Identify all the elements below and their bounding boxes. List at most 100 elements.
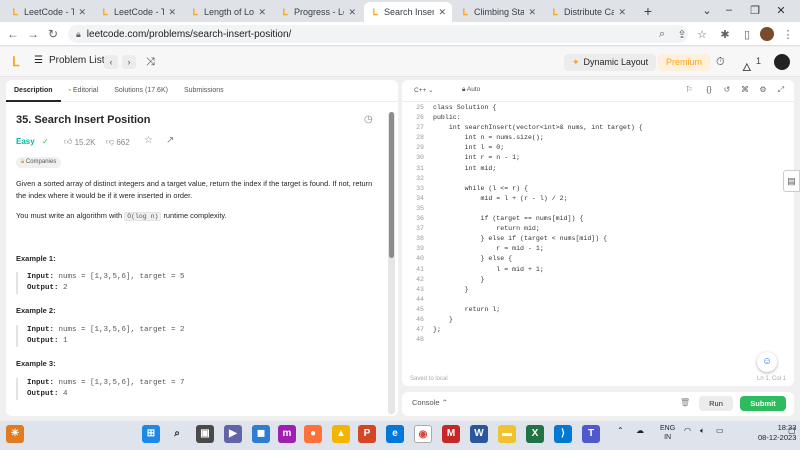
search-icon[interactable]: ⌕ — [655, 28, 669, 41]
chrome-icon[interactable]: ◉ — [414, 425, 432, 443]
files-icon[interactable]: ▲ — [332, 425, 350, 443]
forward-icon[interactable]: → — [26, 27, 40, 41]
restore-icon[interactable]: ❐ — [748, 4, 762, 17]
settings-gear-icon[interactable]: ⚙ — [758, 85, 768, 94]
close-tab-icon[interactable]: ✕ — [438, 7, 446, 18]
minimize-icon[interactable]: – — [722, 4, 736, 16]
bookmark-star-icon[interactable]: ☆ — [695, 28, 709, 41]
dynamic-layout-button[interactable]: ✦ Dynamic Layout — [564, 54, 657, 71]
console-toggle[interactable]: Console ⌃ — [412, 398, 448, 407]
user-avatar[interactable] — [774, 54, 790, 70]
companies-label: Companies — [25, 159, 57, 165]
browser-tab[interactable]: ᒪ Progress - Lee ✕ — [274, 2, 362, 22]
close-tab-icon[interactable]: ✕ — [348, 7, 356, 18]
tab-submissions[interactable]: Submissions — [176, 80, 232, 102]
problem-list-button[interactable]: ☰ Problem List — [34, 55, 105, 66]
back-icon[interactable]: ← — [6, 27, 20, 41]
file-explorer-icon[interactable]: ▬ — [498, 425, 516, 443]
browser-tab[interactable]: ᒪ LeetCode - The✕ — [4, 2, 92, 22]
battery-icon[interactable]: ▭ — [716, 426, 724, 435]
teams-icon[interactable]: T — [582, 425, 600, 443]
edge-icon[interactable]: e — [386, 425, 404, 443]
favorite-star-icon[interactable]: ☆ — [144, 135, 153, 146]
example-3-box: Input: nums = [1,3,5,6], target = 7 Outp… — [16, 378, 376, 400]
profile-avatar[interactable] — [760, 27, 774, 41]
menu-kebab-icon[interactable]: ⋮ — [781, 28, 795, 41]
likes-button[interactable]: 👍︎ 15.2K — [64, 137, 96, 147]
expand-icon[interactable]: ⤢ — [776, 85, 786, 95]
leetcode-icon: ᒪ — [552, 6, 558, 17]
braces-icon[interactable]: {} — [704, 85, 714, 94]
weather-widget-icon[interactable]: ☀ — [6, 425, 24, 443]
tab-description[interactable]: Description — [6, 80, 61, 102]
prev-problem-button[interactable]: ‹ — [104, 55, 118, 69]
run-button[interactable]: Run — [699, 396, 733, 411]
notification-icon[interactable]: ▢ — [788, 426, 796, 435]
vscode-icon[interactable]: ⟩ — [554, 425, 572, 443]
code-area[interactable]: 25 class Solution {26 public: 27 int search… — [406, 103, 786, 345]
excel-icon[interactable]: X — [526, 425, 544, 443]
word-icon[interactable]: W — [470, 425, 488, 443]
tray-chevron-icon[interactable]: ⌃ — [617, 426, 624, 435]
mcafee-icon[interactable]: M — [442, 425, 460, 443]
shuffle-icon[interactable]: ⤨ — [146, 56, 155, 69]
browser-tab[interactable]: ᒪ Length of Lon ✕ — [184, 2, 272, 22]
dynamic-layout-label: Dynamic Layout — [583, 57, 649, 67]
reload-icon[interactable]: ↻ — [46, 27, 60, 41]
language-select[interactable]: C++ ⌄ — [414, 86, 434, 94]
volume-icon[interactable]: 🔈︎ — [700, 426, 705, 436]
code-line: 31 int mid; — [406, 164, 786, 174]
submit-button[interactable]: Submit — [740, 396, 786, 411]
companies-tag[interactable]: 🔒︎ Companies — [16, 157, 62, 168]
clock-icon[interactable]: ◷ — [364, 114, 373, 125]
premium-button[interactable]: Premium — [658, 54, 711, 71]
browser-tab-title: LeetCode - The — [114, 7, 165, 17]
close-tab-icon[interactable]: ✕ — [528, 7, 536, 18]
close-tab-icon[interactable]: ✕ — [258, 7, 266, 18]
share-link-icon[interactable]: ↗ — [166, 135, 174, 146]
auto-mode-toggle[interactable]: 🔒︎ Auto — [462, 86, 480, 94]
code-text: } else { — [433, 255, 513, 263]
firefox-icon[interactable]: ● — [304, 425, 322, 443]
store-icon[interactable]: ◼ — [252, 425, 270, 443]
browser-tab[interactable]: ᒪ LeetCode - The✕ — [94, 2, 182, 22]
task-view-icon[interactable]: ▣ — [196, 425, 214, 443]
new-tab-button[interactable]: + — [640, 3, 656, 19]
side-note-icon[interactable]: ▤ — [783, 170, 800, 192]
powerpoint-icon[interactable]: P — [358, 425, 376, 443]
tab-editorial[interactable]: ▪ Editorial — [61, 80, 107, 102]
share-icon[interactable]: ⇪ — [675, 28, 689, 41]
timer-icon[interactable]: ⏱ — [716, 56, 725, 69]
close-tab-icon[interactable]: ✕ — [168, 7, 176, 18]
side-panel-icon[interactable]: ▯ — [740, 28, 754, 41]
code-line: 43 } — [406, 285, 786, 295]
description-scrollbar[interactable] — [388, 112, 395, 414]
meet-icon[interactable]: ▶ — [224, 425, 242, 443]
command-icon[interactable]: ⌘ — [740, 85, 750, 94]
dislikes-button[interactable]: 👎︎ 662 — [106, 137, 130, 147]
app-icon[interactable]: m — [278, 425, 296, 443]
bookmark-icon[interactable]: ⚐ — [684, 85, 694, 94]
close-tab-icon[interactable]: ✕ — [618, 7, 626, 18]
chat-assistant-icon[interactable]: ☺ — [757, 352, 777, 372]
cloud-icon[interactable]: ☁ — [636, 426, 644, 435]
tab-solutions[interactable]: Solutions (17.6K) — [106, 80, 176, 102]
windows-start-icon[interactable]: ⊞ — [142, 425, 160, 443]
close-tab-icon[interactable]: ✕ — [78, 7, 86, 18]
trash-icon[interactable]: 🗑︎ — [680, 398, 690, 407]
wifi-icon[interactable]: ◠ — [684, 426, 691, 435]
browser-tab[interactable]: ᒪ Climbing Stair ✕ — [454, 2, 542, 22]
browser-tab[interactable]: ᒪ Search Insert ✕ — [364, 2, 452, 22]
url-bar[interactable]: 🔒︎ leetcode.com/problems/search-insert-p… — [68, 25, 688, 43]
scrollbar-thumb[interactable] — [389, 112, 394, 258]
extensions-icon[interactable]: ✱ — [718, 28, 732, 41]
chevron-down-icon[interactable]: ⌄ — [700, 4, 714, 17]
leetcode-logo-icon[interactable]: ᒪ — [12, 55, 24, 69]
language-indicator[interactable]: ENG IN — [660, 424, 675, 442]
browser-tab[interactable]: ᒪ Distribute Can✕ — [544, 2, 632, 22]
search-icon[interactable]: ⌕ — [168, 425, 186, 443]
reset-icon[interactable]: ↺ — [722, 85, 732, 94]
close-window-icon[interactable]: ✕ — [774, 4, 788, 17]
next-problem-button[interactable]: › — [122, 55, 136, 69]
streak-fire-icon[interactable]: 🜂︎ — [742, 56, 752, 78]
